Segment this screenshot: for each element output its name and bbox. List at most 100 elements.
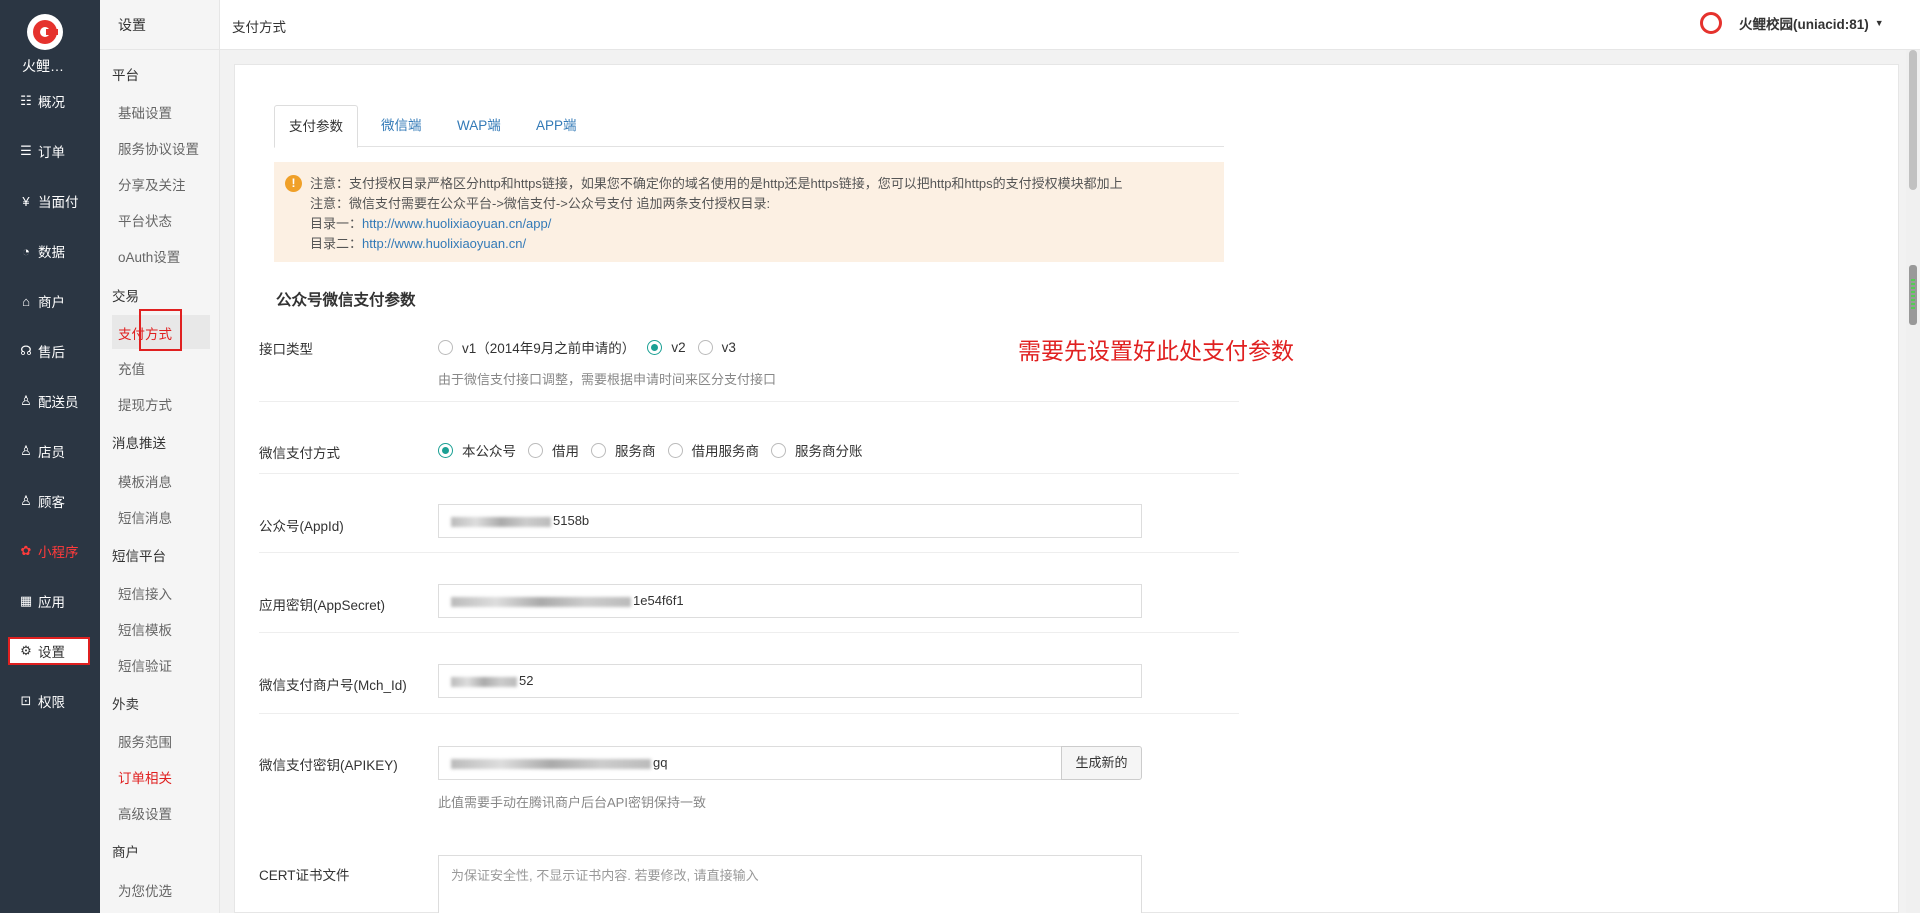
- nav-item-label: 权限: [38, 695, 65, 710]
- main-nav: 火鲤… ☷ 概况 ☰ 订单 ¥ 当面付 ◔ 数据 ⌂ 商户 ☊ 售后 ♙ 配送员 ♙ 店员 ♙ 顾…: [0, 0, 100, 913]
- brand-name: 火鲤…: [22, 58, 64, 74]
- subnav-item-order-related[interactable]: 订单相关: [118, 767, 172, 787]
- pay-mode-label: 微信支付方式: [259, 446, 340, 461]
- gear-icon: ⚙: [20, 643, 32, 658]
- courier-icon: ♙: [20, 393, 32, 408]
- notice-line-1: 注意：支付授权目录严格区分http和https链接，如果您不确定你的域名使用的是…: [310, 176, 1123, 191]
- staff-icon: ♙: [20, 443, 32, 458]
- subnav-item-share[interactable]: 分享及关注: [118, 174, 186, 194]
- subnav-item-sms-template[interactable]: 短信模板: [118, 619, 172, 639]
- tab-wechat[interactable]: 微信端: [381, 105, 422, 147]
- api-type-v3[interactable]: v3: [697, 339, 736, 355]
- subnav-item-advanced[interactable]: 高级设置: [118, 803, 172, 823]
- tab-pay-params[interactable]: 支付参数: [274, 105, 358, 148]
- user-menu[interactable]: 火鲤校园(uniacid:81) ▼: [1700, 12, 1884, 34]
- nav-item-overview[interactable]: ☷ 概况: [0, 86, 100, 116]
- subnav-item-basic[interactable]: 基础设置: [118, 102, 172, 122]
- payment-highlight-box: [139, 309, 182, 351]
- pay-mode-borrow[interactable]: 借用: [528, 440, 579, 460]
- order-icon: ☰: [20, 143, 32, 158]
- subnav-item-range[interactable]: 服务范围: [118, 731, 172, 751]
- redacted-value: [451, 596, 631, 607]
- redacted-value: [451, 516, 551, 527]
- nav-item-label: 顾客: [38, 495, 65, 510]
- nav-item-orders[interactable]: ☰ 订单: [0, 136, 100, 166]
- radio-label: v1（2014年9月之前申请的）: [462, 341, 636, 356]
- apps-icon: ▦: [19, 593, 33, 608]
- cert-textarea[interactable]: 为保证安全性, 不显示证书内容. 若要修改, 请直接输入: [438, 855, 1142, 913]
- shop-icon: ⌂: [22, 293, 30, 309]
- dir-label: 目录一：: [310, 216, 363, 231]
- radio-label: v3: [721, 339, 736, 355]
- subnav-item-recommend[interactable]: 为您优选: [118, 880, 172, 900]
- pay-mode-provider-split[interactable]: 服务商分账: [771, 440, 863, 460]
- subnav-item-sms-msg[interactable]: 短信消息: [118, 507, 172, 527]
- scroll-indicator-icon: [1909, 265, 1917, 325]
- nav-item-customer[interactable]: ♙ 顾客: [0, 486, 100, 516]
- nav-item-data[interactable]: ◔ 数据: [0, 236, 100, 266]
- dir-1-link[interactable]: http://www.huolixiaoyuan.cn/app/: [362, 216, 551, 231]
- generate-key-button[interactable]: 生成新的: [1061, 746, 1142, 780]
- nav-item-label: 应用: [38, 595, 65, 610]
- subnav-item-agreement[interactable]: 服务协议设置: [118, 138, 199, 158]
- apikey-label: 微信支付密钥(APIKEY): [259, 758, 398, 773]
- nav-item-miniapp[interactable]: ✿ 小程序: [0, 536, 100, 566]
- nav-item-facepay[interactable]: ¥ 当面付: [0, 186, 100, 216]
- subnav-group-platform: 平台: [112, 68, 139, 83]
- divider: [259, 552, 1239, 553]
- caret-down-icon: ▼: [1874, 18, 1884, 28]
- appsecret-input[interactable]: 1e54f6f1: [438, 584, 1142, 618]
- notice-box: ! 注意：支付授权目录严格区分http和https链接，如果您不确定你的域名使用…: [274, 162, 1224, 262]
- subnav-item-recharge[interactable]: 充值: [118, 358, 145, 378]
- subnav-item-withdraw[interactable]: 提现方式: [118, 394, 172, 414]
- api-type-v1[interactable]: v1（2014年9月之前申请的）: [438, 337, 635, 357]
- tab-wap[interactable]: WAP端: [457, 105, 501, 147]
- radio-icon: [697, 339, 713, 355]
- pay-mode-provider[interactable]: 服务商: [591, 440, 656, 460]
- tab-app[interactable]: APP端: [536, 105, 577, 147]
- api-type-v2[interactable]: v2: [647, 339, 686, 355]
- radio-label: 本公众号: [462, 444, 516, 459]
- nav-item-label: 售后: [38, 345, 65, 360]
- nav-item-apps[interactable]: ▦ 应用: [0, 586, 100, 616]
- nav-item-permission[interactable]: ⊡ 权限: [0, 686, 100, 716]
- mch-id-label: 微信支付商户号(Mch_Id): [259, 678, 407, 693]
- nav-item-staff[interactable]: ♙ 店员: [0, 436, 100, 466]
- input-value: gq: [653, 755, 668, 770]
- api-type-label: 接口类型: [259, 342, 313, 357]
- radio-label: 服务商分账: [795, 444, 863, 459]
- subnav-item-oauth[interactable]: oAuth设置: [118, 246, 180, 266]
- appid-input[interactable]: 5158b: [438, 504, 1142, 538]
- nav-item-courier[interactable]: ♙ 配送员: [0, 386, 100, 416]
- notice-dir-1: 目录一：http://www.huolixiaoyuan.cn/app/: [310, 214, 1224, 234]
- brand-logo-icon[interactable]: [27, 14, 63, 50]
- mch-id-input[interactable]: 52: [438, 664, 1142, 698]
- subnav-item-sms-verify[interactable]: 短信验证: [118, 655, 172, 675]
- pay-icon: ¥: [22, 193, 30, 209]
- dir-2-link[interactable]: http://www.huolixiaoyuan.cn/: [362, 236, 526, 251]
- nav-item-settings[interactable]: ⚙ 设置: [0, 636, 100, 666]
- page-scrollbar[interactable]: [1906, 50, 1920, 913]
- radio-icon: [591, 442, 606, 458]
- subnav-item-template[interactable]: 模板消息: [118, 471, 172, 491]
- appsecret-label: 应用密钥(AppSecret): [259, 598, 386, 613]
- customer-icon: ♙: [20, 493, 32, 508]
- subnav-group-message: 消息推送: [112, 436, 166, 451]
- page-title: 支付方式: [232, 20, 286, 35]
- nav-item-aftersale[interactable]: ☊ 售后: [0, 336, 100, 366]
- annotation-text: 需要先设置好此处支付参数: [1018, 338, 1294, 364]
- nav-item-merchant[interactable]: ⌂ 商户: [0, 286, 100, 316]
- radio-icon: [667, 442, 683, 458]
- account-logo-icon: [1700, 12, 1722, 34]
- apikey-input[interactable]: gq: [438, 746, 1062, 780]
- scrollbar-thumb[interactable]: [1909, 50, 1917, 190]
- subnav-item-sms-access[interactable]: 短信接入: [118, 583, 172, 603]
- overview-icon: ☷: [20, 93, 32, 108]
- nav-item-label: 配送员: [38, 395, 79, 410]
- input-value: 52: [519, 673, 534, 688]
- subnav-item-status[interactable]: 平台状态: [118, 210, 172, 230]
- radio-icon: [771, 442, 786, 458]
- pay-mode-borrow-provider[interactable]: 借用服务商: [667, 440, 759, 460]
- pay-mode-own[interactable]: 本公众号: [438, 440, 516, 460]
- user-name: 火鲤校园(uniacid:81): [1739, 17, 1869, 32]
